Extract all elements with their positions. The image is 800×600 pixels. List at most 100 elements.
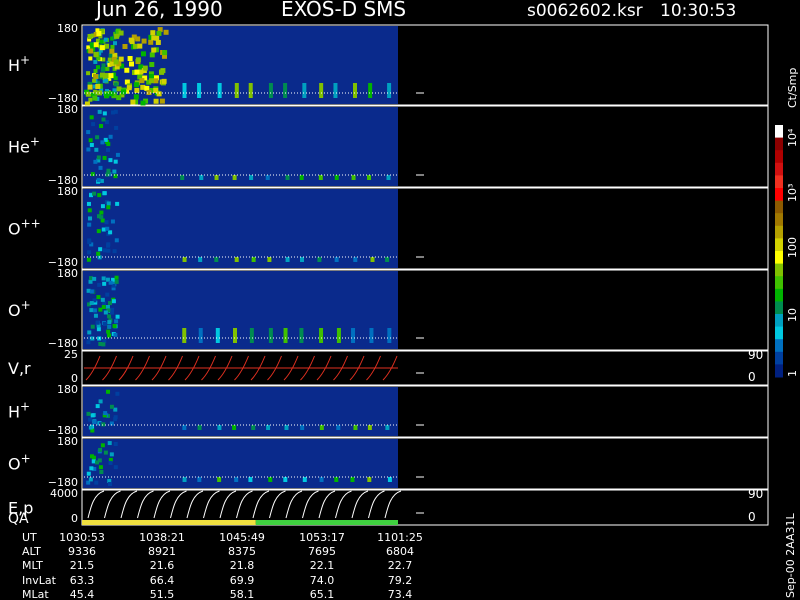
y-tick-top: 180 [57, 103, 78, 116]
colorbar-tick: 100 [786, 237, 799, 258]
spectrogram-cell [116, 95, 122, 101]
spectrogram-cell [299, 333, 304, 338]
spectrogram-cell [283, 338, 288, 343]
spectrogram-cell [353, 425, 358, 430]
spectrogram-cell [319, 338, 324, 343]
spectrogram-cell [232, 333, 237, 338]
spectrogram-cell [163, 29, 169, 35]
spectrogram-cell [134, 87, 140, 93]
spectrogram-cell [108, 460, 113, 465]
spectrogram-cell [93, 73, 99, 79]
spectrogram-cell [122, 44, 128, 50]
spectrogram-cell [87, 250, 92, 255]
spectrogram-cell [182, 83, 187, 88]
spectrogram-cell [214, 257, 219, 262]
spectrogram-cell [108, 481, 113, 486]
spectrogram-cell [91, 122, 96, 127]
colorbar-swatch [775, 175, 783, 189]
spectrogram-cell [106, 243, 111, 248]
spectrogram-cell [102, 111, 107, 116]
colorbar-tick: 10³ [786, 184, 799, 202]
spectrogram-cell [148, 39, 154, 45]
spectrogram-cell [90, 336, 95, 341]
spectrogram-cell [101, 117, 106, 122]
spectrogram-cell [107, 301, 112, 306]
spectrogram-cell [105, 226, 110, 231]
spectrogram-cell [151, 35, 157, 41]
y-tick-top: 180 [57, 267, 78, 280]
spectrogram-cell [101, 276, 106, 281]
spectrogram-cell [319, 88, 324, 93]
spectrogram-cell [96, 251, 101, 256]
spectrogram-cell [95, 320, 100, 325]
spectrogram-cell [217, 88, 222, 93]
spectrogram-cell [336, 333, 341, 338]
qa-segment-good [255, 520, 398, 525]
spectrogram-cell [113, 159, 118, 164]
spectrogram-cell [217, 425, 222, 430]
spectrogram-cell [268, 328, 273, 333]
spectrogram-cell [151, 47, 157, 53]
spectrogram-cell [129, 39, 135, 45]
spectrogram-cell [319, 93, 324, 98]
spectrogram-cell [86, 340, 91, 345]
spectrogram-cell [197, 93, 202, 98]
spectrogram-cell [113, 465, 118, 470]
spectrogram-cell [113, 82, 118, 87]
spectrogram-cell [92, 95, 98, 101]
colorbar-swatch [775, 200, 783, 214]
spectrogram-cell [101, 342, 106, 347]
spectrogram-cell [234, 88, 239, 93]
spectrogram-cell [135, 36, 141, 42]
spectrogram-cell [159, 69, 165, 75]
spectrogram-cell [182, 338, 187, 343]
panel-label: He+ [8, 135, 40, 157]
spectrogram-cell [142, 65, 148, 71]
sms-summary-plot: Jun 26, 1990 EXOS-D SMS s0062602.ksr 10:… [8, 0, 799, 600]
right-tick-top: 90 [748, 348, 763, 362]
spectrogram-cell [98, 165, 103, 170]
spectrogram-cell [155, 39, 161, 45]
right-tick-bottom: 0 [748, 510, 756, 524]
header-date: Jun 26, 1990 [94, 0, 223, 21]
spectrogram-cell [251, 425, 256, 430]
spectrogram-cell [92, 308, 97, 313]
orbit-cell: 1053:17 [299, 531, 345, 544]
spectrogram-cell [113, 41, 118, 46]
spectrogram-cell [333, 83, 338, 88]
spectrogram-cell [369, 338, 374, 343]
footer-id: Sep-00 2AA31L [784, 512, 797, 598]
spectrogram-cell [114, 125, 119, 130]
spectrogram-cell [88, 138, 93, 143]
spectrogram-cell [92, 276, 97, 281]
spectrogram-cell [135, 57, 141, 63]
spectrogram-cell [232, 338, 237, 343]
spectrogram-cell [182, 477, 187, 482]
spectrogram-cell [93, 42, 99, 48]
spectrogram-cell [317, 257, 322, 262]
spectrogram-cell [283, 83, 288, 88]
spectrogram-cell [299, 175, 304, 180]
spectrogram-cell [302, 93, 307, 98]
spectrogram-cell [113, 415, 118, 420]
spectrogram-cell [334, 477, 339, 482]
spectrogram-cell [283, 333, 288, 338]
spectrogram-cell [336, 328, 341, 333]
orbit-cell: 79.2 [388, 574, 413, 587]
y-tick-top: 25 [64, 348, 78, 361]
spectrogram-cell [108, 134, 113, 139]
y-tick-top: 180 [57, 22, 78, 35]
spectrogram-cell [352, 88, 357, 93]
right-tick-top: 90 [748, 487, 763, 501]
spectrogram-cell [93, 159, 98, 164]
spectrogram-cell [283, 93, 288, 98]
spectrogram-cell [97, 282, 102, 287]
spectrogram-cell [115, 152, 120, 157]
spectrogram-cell [334, 257, 339, 262]
spectrogram-cell [248, 93, 253, 98]
spectrogram-cell [114, 319, 119, 324]
spectrogram-cell [113, 59, 119, 65]
colorbar-unit: Ct/Smp [786, 68, 799, 108]
spectrogram-cell [268, 88, 273, 93]
colorbar-swatch [775, 339, 783, 353]
